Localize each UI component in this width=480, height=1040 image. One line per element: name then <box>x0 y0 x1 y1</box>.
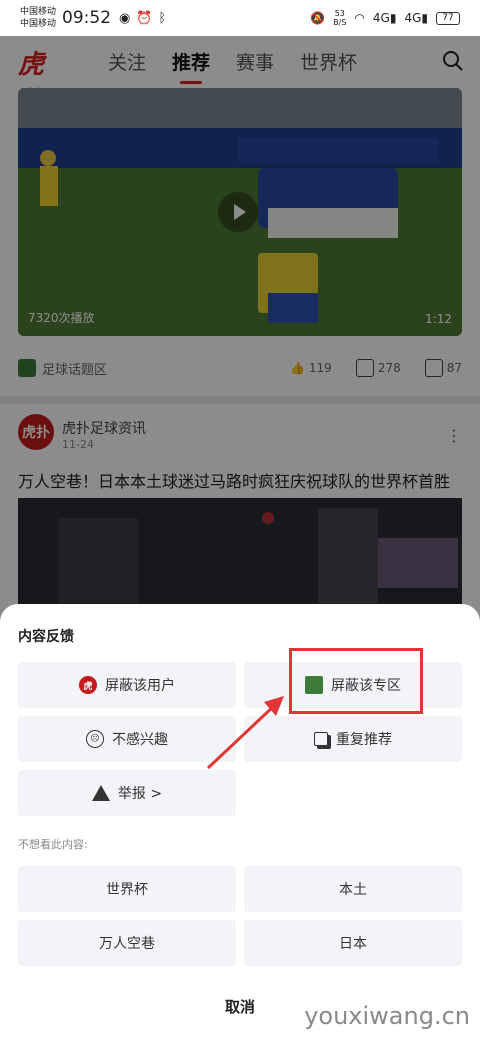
signal-icon-1: 4G▮ <box>372 11 397 25</box>
carrier-labels: 中国移动 中国移动 <box>20 6 56 30</box>
warning-icon <box>91 785 110 801</box>
bluetooth-icon: ᛒ <box>158 10 167 26</box>
status-icons-left: ◉ ⏰ ᛒ <box>119 11 166 26</box>
carrier-2: 中国移动 <box>20 19 57 29</box>
keyword-chip[interactable]: 万人空巷 <box>18 920 236 966</box>
not-interested-button[interactable]: ☹ 不感兴趣 <box>18 716 236 762</box>
duplicate-icon <box>314 732 328 746</box>
sad-face-icon: ☹ <box>86 730 104 748</box>
block-user-label: 屏蔽该用户 <box>105 678 175 694</box>
status-icons-right: 🔕 53 B/S ◠ 4G▮ 4G▮ 77 <box>310 9 460 27</box>
clock: 09:52 <box>62 8 112 28</box>
duplicate-button[interactable]: 重复推荐 <box>244 716 462 762</box>
sheet-title: 内容反馈 <box>18 629 74 645</box>
user-avatar-icon: 虎 <box>79 676 97 694</box>
carrier-1: 中国移动 <box>20 7 57 17</box>
highlight-box <box>289 648 423 714</box>
alarm-icon: ⏰ <box>136 10 153 26</box>
block-user-button[interactable]: 虎 屏蔽该用户 <box>18 662 236 708</box>
keyword-chip[interactable]: 本土 <box>244 866 462 912</box>
status-bar: 中国移动 中国移动 09:52 ◉ ⏰ ᛒ 🔕 53 B/S ◠ 4G▮ 4G▮ … <box>0 0 480 36</box>
report-button[interactable]: 举报 > <box>18 770 236 816</box>
signal-icon-2: 4G▮ <box>404 11 428 25</box>
duplicate-label: 重复推荐 <box>336 732 392 748</box>
keyword-chip[interactable]: 日本 <box>244 920 462 966</box>
watermark: youxiwang.cn <box>304 1002 470 1030</box>
keyword-chip[interactable]: 世界杯 <box>18 866 236 912</box>
battery-icon: 77 <box>436 11 460 25</box>
report-label: 举报 > <box>117 786 163 802</box>
eye-icon: ◉ <box>119 10 131 26</box>
keywords-label: 不想看此内容: <box>18 838 88 851</box>
mute-icon: 🔕 <box>310 11 326 25</box>
net-speed: 53 B/S <box>333 9 347 27</box>
wifi-icon: ◠ <box>354 11 365 25</box>
not-interested-label: 不感兴趣 <box>112 732 168 748</box>
